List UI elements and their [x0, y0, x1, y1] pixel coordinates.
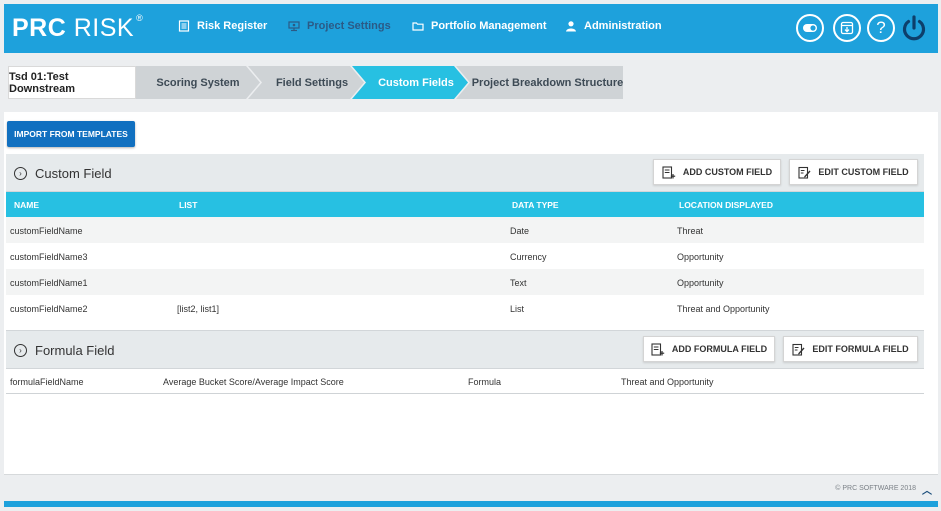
breadcrumb-step-custom-fields[interactable]: Custom Fields — [364, 66, 468, 99]
table-row[interactable]: customFieldName3 Currency Opportunity — [6, 243, 924, 269]
edit-custom-field-button[interactable]: EDIT CUSTOM FIELD — [789, 159, 918, 185]
cell-name: customFieldName — [10, 226, 83, 236]
custom-field-panel-header: › Custom Field ADD CUSTOM FIELD EDIT CUS… — [6, 154, 924, 192]
chevron-right-icon[interactable]: › — [14, 344, 27, 357]
cell-location: Opportunity — [677, 278, 724, 288]
import-button-label: IMPORT FROM TEMPLATES — [14, 129, 128, 139]
cell-data-type: List — [510, 304, 525, 314]
add-list-icon — [651, 342, 665, 356]
cell-name: formulaFieldName — [10, 377, 84, 387]
column-header-data-type[interactable]: DATA TYPE — [512, 200, 559, 210]
breadcrumb-step-label: Project Breakdown Structure — [471, 76, 624, 89]
help-icon: ? — [876, 18, 886, 37]
cell-name: customFieldName2 — [10, 304, 88, 314]
custom-field-table-header: NAME LIST DATA TYPE LOCATION DISPLAYED — [6, 192, 924, 217]
formula-field-title-text: Formula Field — [35, 343, 115, 358]
cell-name: customFieldName1 — [10, 278, 88, 288]
add-formula-field-button[interactable]: ADD FORMULA FIELD — [643, 336, 775, 362]
cell-list: [list2, list1] — [177, 304, 220, 314]
toggle-icon — [803, 24, 817, 32]
table-row[interactable]: customFieldName1 Text Opportunity — [6, 269, 924, 295]
breadcrumb-step-label: Custom Fields — [378, 76, 454, 89]
settings-icon — [288, 21, 300, 32]
add-list-icon — [662, 165, 676, 179]
add-custom-field-label: ADD CUSTOM FIELD — [682, 167, 773, 177]
app-window: PRC RISK ® Risk Register Project Settings… — [0, 0, 941, 511]
logo-registered-mark: ® — [136, 12, 144, 23]
edit-custom-field-label: EDIT CUSTOM FIELD — [818, 167, 909, 177]
cell-data-type: Formula — [468, 377, 502, 387]
cell-name: customFieldName3 — [10, 252, 88, 262]
cell-location: Threat and Opportunity — [677, 304, 770, 314]
formula-table-row[interactable]: formulaFieldName Average Bucket Score/Av… — [6, 369, 924, 394]
column-header-name[interactable]: NAME — [14, 200, 39, 210]
nav-project-settings-label: Project Settings — [307, 20, 391, 32]
nav-administration[interactable]: Administration — [565, 20, 662, 32]
logo-sub-text: RISK — [73, 14, 135, 42]
column-header-list[interactable]: LIST — [179, 200, 197, 210]
nav-administration-label: Administration — [584, 20, 662, 32]
formula-field-panel-header: › Formula Field ADD FORMULA FIELD EDIT F… — [6, 330, 924, 369]
custom-field-title-text: Custom Field — [35, 166, 112, 181]
breadcrumb-step-scoring-system[interactable]: Scoring System — [136, 66, 260, 99]
nav-portfolio-management[interactable]: Portfolio Management — [412, 20, 547, 32]
cell-location: Threat — [677, 226, 704, 236]
prc-risk-logo[interactable]: PRC RISK ® — [12, 12, 144, 43]
formula-field-panel-title: › Formula Field — [14, 343, 114, 358]
toggle-view-button[interactable] — [796, 14, 824, 42]
cell-expression: Average Bucket Score/Average Impact Scor… — [163, 377, 344, 387]
breadcrumb-step-field-settings[interactable]: Field Settings — [260, 66, 364, 99]
column-header-location[interactable]: LOCATION DISPLAYED — [679, 200, 773, 210]
add-formula-field-label: ADD FORMULA FIELD — [671, 344, 768, 354]
edit-formula-field-button[interactable]: EDIT FORMULA FIELD — [783, 336, 918, 362]
table-row[interactable]: customFieldName2 [list2, list1] List Thr… — [6, 295, 924, 321]
bottom-accent-strip — [4, 501, 938, 507]
breadcrumb-step-label: Field Settings — [275, 76, 349, 89]
export-button[interactable] — [833, 14, 861, 42]
download-icon — [840, 21, 854, 35]
main-content: IMPORT FROM TEMPLATES › Custom Field ADD… — [4, 112, 938, 474]
scroll-to-top-icon[interactable]: ︿ — [922, 482, 932, 497]
copyright-text: © PRC SOFTWARE 2018 — [835, 485, 916, 492]
project-name-tab[interactable]: Tsd 01:Test Downstream — [8, 66, 136, 99]
nav-risk-register-label: Risk Register — [197, 20, 268, 32]
nav-risk-register[interactable]: Risk Register — [178, 20, 267, 32]
custom-field-panel-title: › Custom Field — [14, 166, 112, 181]
power-icon[interactable] — [899, 13, 929, 43]
list-icon — [178, 20, 190, 32]
edit-icon — [798, 166, 811, 179]
footer: © PRC SOFTWARE 2018 ︿ — [4, 474, 938, 501]
user-icon — [566, 21, 576, 32]
folder-icon — [412, 22, 424, 31]
nav-project-settings[interactable]: Project Settings — [288, 20, 391, 32]
logo-main-text: PRC — [12, 14, 67, 42]
import-from-templates-button[interactable]: IMPORT FROM TEMPLATES — [7, 121, 135, 147]
cell-data-type: Text — [510, 278, 527, 288]
table-row[interactable]: customFieldName Date Threat — [6, 217, 924, 243]
project-breadcrumb-bar: Tsd 01:Test Downstream Scoring System Fi… — [4, 60, 938, 112]
cell-data-type: Date — [510, 226, 530, 236]
cell-location: Opportunity — [677, 252, 724, 262]
help-button[interactable]: ? — [867, 14, 895, 42]
chevron-right-icon[interactable]: › — [14, 167, 27, 180]
cell-location: Threat and Opportunity — [621, 377, 714, 387]
edit-icon — [792, 343, 805, 356]
edit-formula-field-label: EDIT FORMULA FIELD — [812, 344, 909, 354]
nav-portfolio-management-label: Portfolio Management — [431, 20, 547, 32]
project-name-label: Tsd 01:Test Downstream — [9, 70, 76, 95]
cell-data-type: Currency — [510, 252, 547, 262]
breadcrumb-step-label: Scoring System — [156, 76, 240, 89]
breadcrumb-step-project-breakdown-structure[interactable]: Project Breakdown Structure — [470, 66, 625, 99]
add-custom-field-button[interactable]: ADD CUSTOM FIELD — [653, 159, 781, 185]
top-navbar: PRC RISK ® Risk Register Project Settings… — [4, 4, 938, 53]
